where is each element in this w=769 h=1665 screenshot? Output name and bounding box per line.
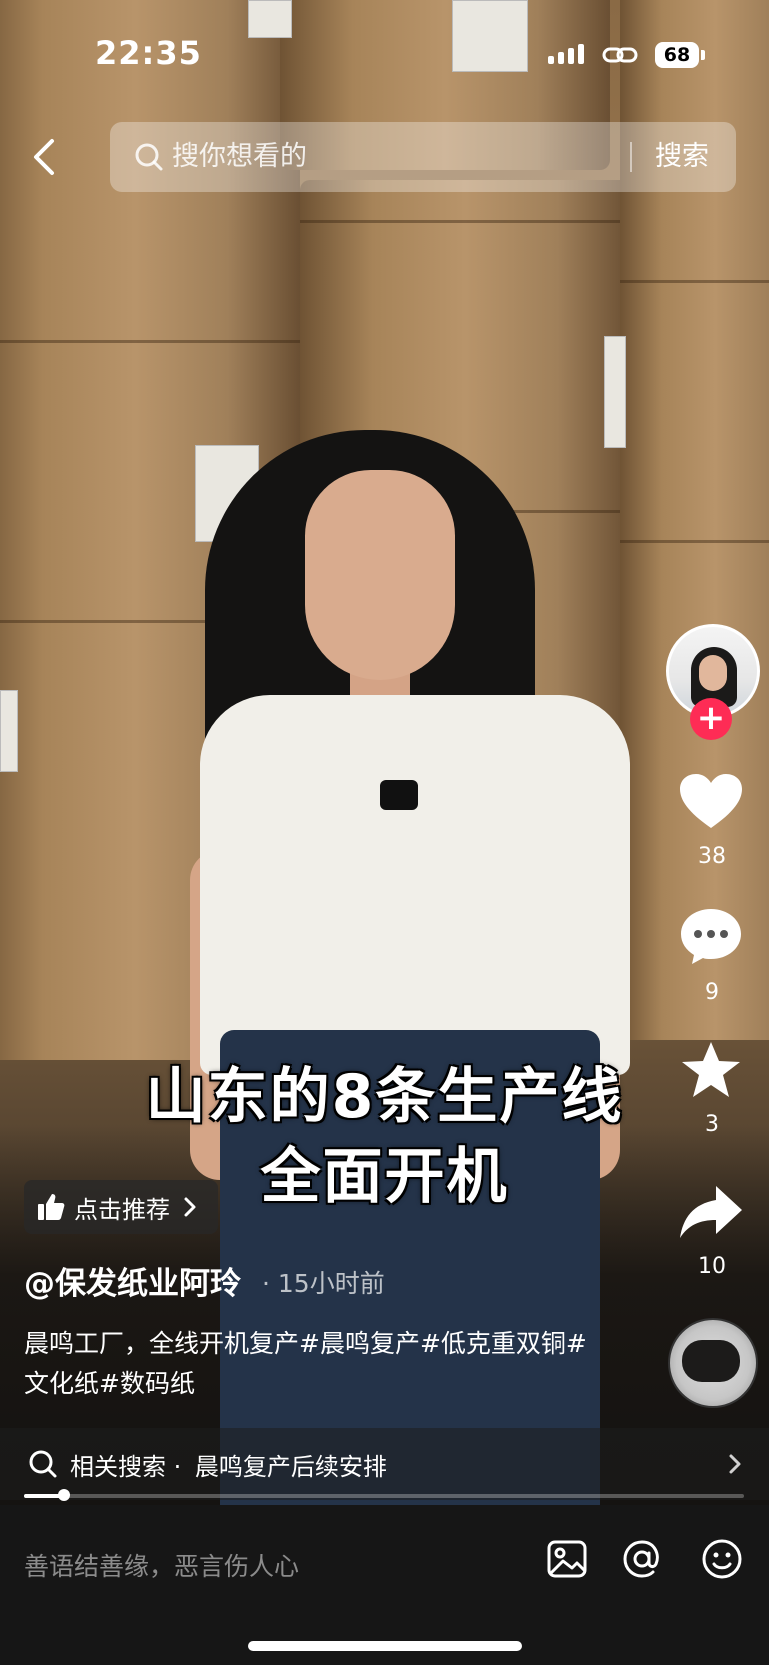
screen: 22:35 68 搜你想看的 搜索 + 38 9 3 10 山东的8条生产线 全… bbox=[0, 0, 769, 1665]
share-count: 10 bbox=[698, 1254, 726, 1279]
back-arrow-icon[interactable] bbox=[30, 135, 60, 180]
image-picker-icon[interactable] bbox=[545, 1537, 589, 1581]
comment-input[interactable]: 善语结善缘，恶言伤人心 bbox=[24, 1547, 299, 1583]
search-input[interactable]: 搜你想看的 bbox=[172, 136, 307, 178]
roll-label bbox=[0, 690, 18, 772]
status-bar: 22:35 68 bbox=[0, 0, 769, 110]
video-caption-line1: 山东的8条生产线 bbox=[145, 1062, 624, 1132]
music-disc[interactable] bbox=[668, 1318, 758, 1408]
comment-bubble-icon[interactable] bbox=[678, 906, 744, 966]
chevron-right-icon bbox=[184, 1197, 196, 1217]
emoji-icon[interactable] bbox=[700, 1537, 744, 1581]
search-icon bbox=[29, 1450, 57, 1478]
battery-indicator: 68 bbox=[655, 42, 699, 68]
chevron-right-icon bbox=[729, 1454, 741, 1474]
search-icon bbox=[135, 143, 163, 171]
like-heart-icon[interactable] bbox=[678, 772, 744, 832]
like-count: 38 bbox=[698, 844, 726, 869]
related-search-text: 相关搜索 · 晨鸣复产后续安排 bbox=[70, 1447, 387, 1482]
status-time: 22:35 bbox=[95, 34, 202, 72]
home-indicator[interactable] bbox=[248, 1641, 522, 1651]
recommend-label: 点击推荐 bbox=[74, 1195, 170, 1224]
lapel-mic bbox=[380, 780, 418, 810]
follow-plus-button[interactable]: + bbox=[690, 698, 732, 740]
video-description[interactable]: 晨鸣工厂，全线开机复产#晨鸣复产#低克重双铜#文化纸#数码纸 bbox=[24, 1324, 604, 1404]
signal-icon bbox=[548, 44, 584, 64]
comment-count: 9 bbox=[705, 980, 719, 1005]
related-search-prefix: 相关搜索 · bbox=[70, 1453, 182, 1481]
author-name[interactable]: @保发纸业阿玲 bbox=[24, 1258, 241, 1303]
recommend-button[interactable]: 点击推荐 bbox=[24, 1180, 218, 1234]
related-search-bar[interactable]: 相关搜索 · 晨鸣复产后续安排 bbox=[0, 1428, 769, 1500]
search-bar[interactable]: 搜你想看的 搜索 bbox=[110, 122, 736, 192]
post-time: · 15小时前 bbox=[262, 1269, 385, 1298]
related-search-query: 晨鸣复产后续安排 bbox=[194, 1453, 387, 1481]
comment-bar: 善语结善缘，恶言伤人心 bbox=[0, 1505, 769, 1665]
thumbs-up-icon bbox=[38, 1194, 65, 1220]
search-button[interactable]: 搜索 bbox=[655, 136, 709, 178]
hotspot-link-icon bbox=[602, 47, 638, 63]
battery-tip bbox=[701, 50, 705, 60]
search-divider bbox=[630, 142, 632, 172]
mention-at-icon[interactable] bbox=[620, 1537, 664, 1581]
video-progress-bar[interactable] bbox=[24, 1489, 744, 1501]
progress-knob[interactable] bbox=[57, 1489, 70, 1501]
